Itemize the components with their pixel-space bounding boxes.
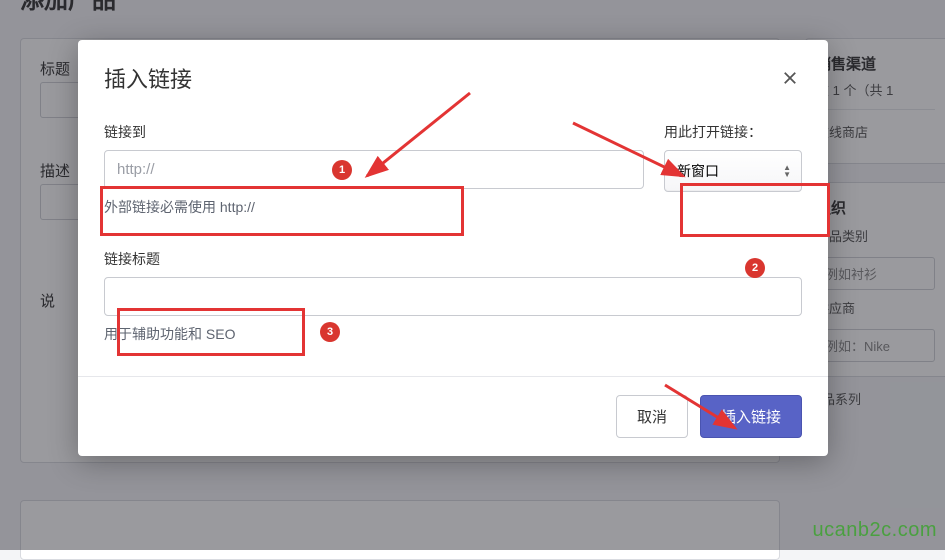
open-with-value: 新窗口 — [677, 163, 719, 179]
link-to-input[interactable] — [104, 150, 644, 189]
link-title-label: 链接标题 — [104, 249, 802, 269]
cancel-button[interactable]: 取消 — [616, 395, 688, 438]
link-title-hint: 用于辅助功能和 SEO — [104, 324, 802, 344]
open-with-select[interactable]: 新窗口 ▲▼ — [664, 150, 802, 192]
close-icon — [781, 69, 799, 87]
insert-link-button[interactable]: 插入链接 — [700, 395, 802, 438]
open-with-label: 用此打开链接： — [664, 122, 802, 142]
link-to-hint: 外部链接必需使用 http:// — [104, 197, 644, 217]
close-button[interactable] — [778, 66, 802, 90]
modal-title: 插入链接 — [104, 62, 192, 94]
updown-icon: ▲▼ — [783, 164, 791, 178]
watermark: ucanb2c.com — [813, 519, 937, 542]
insert-link-modal: 插入链接 链接到 外部链接必需使用 http:// 用此打开链接： 新窗口 ▲▼ — [78, 40, 828, 456]
link-title-input[interactable] — [104, 277, 802, 316]
link-to-label: 链接到 — [104, 122, 644, 142]
